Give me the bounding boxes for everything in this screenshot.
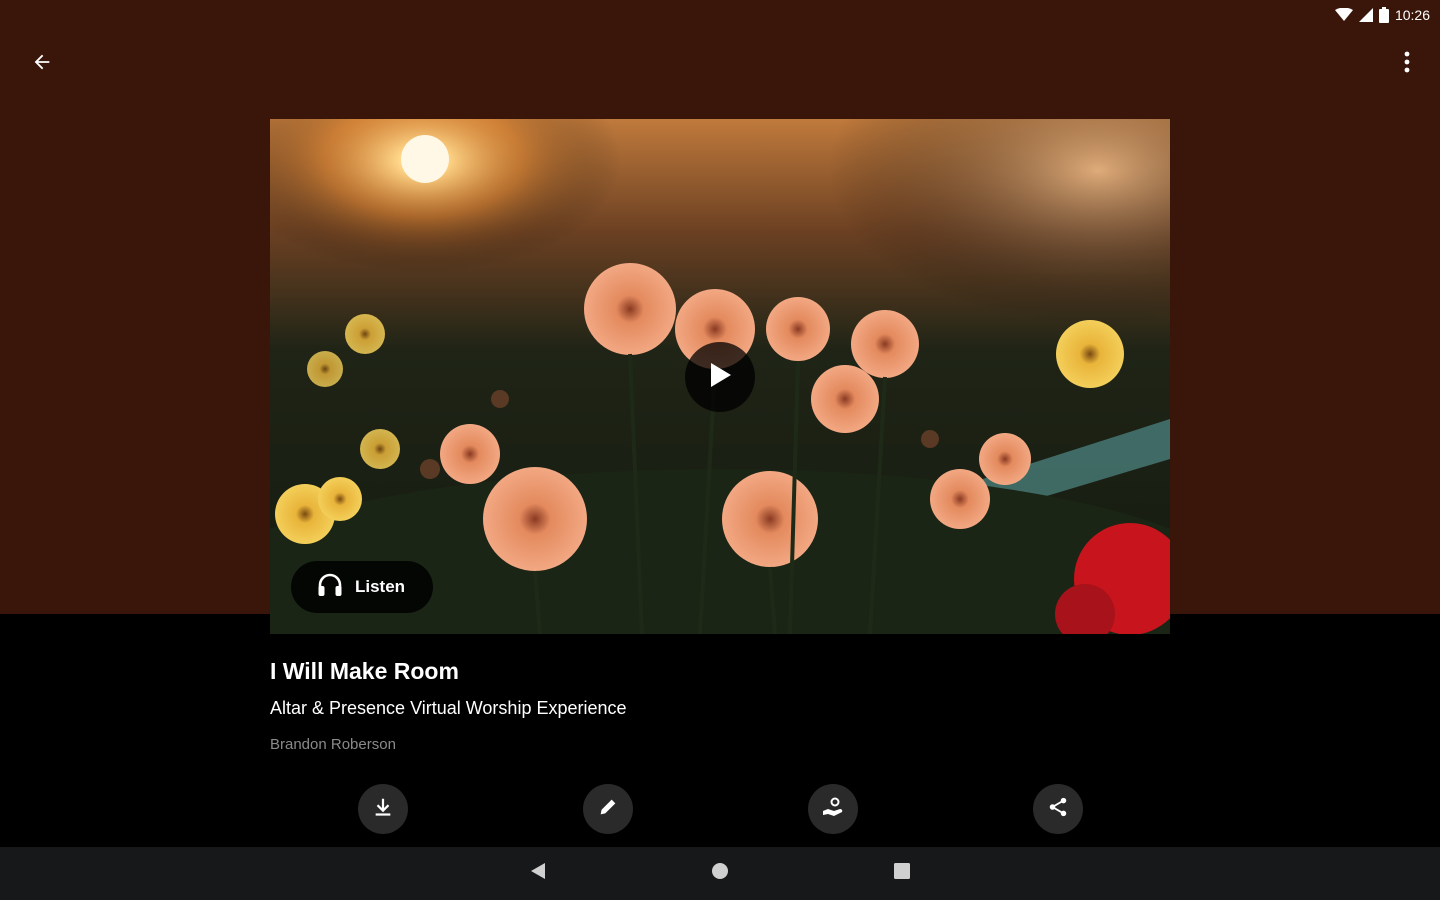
screen: 10:26 Listen I Will Make Room Altar & Pr… (0, 0, 1440, 900)
give-hand-icon (821, 795, 845, 824)
nav-back-icon (529, 861, 547, 886)
sermon-artwork: Listen (270, 119, 1170, 634)
battery-icon (1378, 7, 1389, 23)
more-vertical-icon (1404, 51, 1410, 78)
listen-button[interactable]: Listen (291, 561, 433, 613)
back-button[interactable] (22, 44, 62, 84)
share-button[interactable] (1033, 784, 1083, 834)
speaker-name: Brandon Roberson (270, 736, 396, 753)
headphones-icon (317, 573, 343, 602)
more-options-button[interactable] (1387, 44, 1427, 84)
play-icon (707, 361, 733, 394)
sermon-title: I Will Make Room (270, 658, 459, 684)
arrow-left-icon (31, 51, 53, 78)
nav-recents-icon (893, 862, 911, 885)
listen-label: Listen (355, 577, 406, 596)
status-bar: 10:26 (1334, 4, 1430, 26)
nav-recents-button[interactable] (882, 855, 922, 891)
play-button[interactable] (685, 342, 755, 412)
signal-icon (1358, 8, 1373, 22)
nav-home-icon (711, 862, 729, 885)
series-title: Altar & Presence Virtual Worship Experie… (270, 698, 627, 718)
content-background (0, 614, 1440, 847)
nav-back-button[interactable] (518, 855, 558, 891)
system-nav-bar (0, 847, 1440, 900)
download-button[interactable] (358, 784, 408, 834)
wifi-icon (1334, 8, 1353, 22)
pencil-icon (597, 796, 619, 823)
give-button[interactable] (808, 784, 858, 834)
share-icon (1047, 796, 1069, 823)
status-time: 10:26 (1394, 7, 1430, 23)
download-icon (372, 796, 394, 823)
nav-home-button[interactable] (700, 855, 740, 891)
notes-button[interactable] (583, 784, 633, 834)
